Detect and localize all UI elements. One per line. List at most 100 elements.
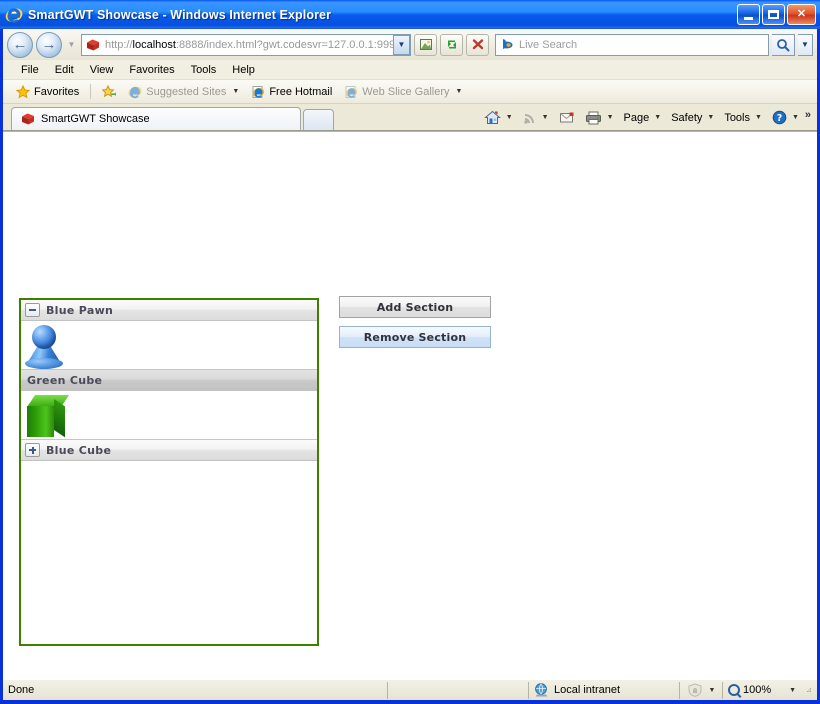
new-tab-button[interactable] xyxy=(303,109,334,130)
forward-arrow-icon: → xyxy=(41,36,57,53)
svg-text:?: ? xyxy=(777,113,783,124)
ie-page-icon xyxy=(128,86,142,98)
page-menu-label: Page xyxy=(623,111,650,124)
maximize-button[interactable] xyxy=(762,4,785,25)
menu-tools[interactable]: Tools xyxy=(183,62,225,78)
menu-edit[interactable]: Edit xyxy=(47,62,82,78)
zoom-control[interactable]: 100% ▼ xyxy=(723,680,801,700)
safety-menu-button[interactable]: Safety ▼ xyxy=(667,110,718,126)
menu-file[interactable]: File xyxy=(13,62,47,78)
tab-bar: SmartGWT Showcase ▼ ▼ ▼ Page ▼ Safety ▼ … xyxy=(3,104,817,131)
section-header-blue-cube[interactable]: Blue Cube xyxy=(21,440,317,461)
pawn-base xyxy=(25,358,63,369)
tools-menu-button[interactable]: Tools ▼ xyxy=(720,110,766,126)
zoom-level-label: 100% xyxy=(743,684,772,696)
smartgwt-icon xyxy=(20,112,36,126)
back-arrow-icon: ← xyxy=(12,36,28,53)
zoom-icon xyxy=(728,684,740,696)
print-button[interactable]: ▼ xyxy=(581,109,618,127)
search-box[interactable]: Live Search xyxy=(495,33,769,56)
section-title: Green Cube xyxy=(27,373,103,387)
browser-window: SmartGWT Showcase - Windows Internet Exp… xyxy=(0,0,820,704)
title-bar: SmartGWT Showcase - Windows Internet Exp… xyxy=(0,0,820,29)
internet-explorer-icon xyxy=(5,6,23,24)
section-title: Blue Pawn xyxy=(46,303,114,317)
cube-side-face xyxy=(54,399,65,438)
add-to-favorites-bar-button[interactable] xyxy=(97,83,121,101)
section-title: Blue Cube xyxy=(46,443,112,457)
section-header-blue-pawn[interactable]: Blue Pawn xyxy=(21,300,317,321)
status-bar: Done Local intranet ▼ 100% ▼ xyxy=(3,679,817,700)
ie-page-icon xyxy=(345,85,358,98)
add-star-icon xyxy=(102,84,117,97)
favorites-item-web-slice-gallery[interactable]: Web Slice Gallery ▼ xyxy=(339,83,467,101)
help-menu-button[interactable]: ? ▼ xyxy=(768,108,803,127)
favorites-button[interactable]: Favorites xyxy=(11,83,84,101)
chevron-down-icon: ▼ xyxy=(232,88,240,95)
help-icon: ? xyxy=(772,110,787,125)
favorites-item-label: Web Slice Gallery xyxy=(362,85,450,98)
section-body-green-cube xyxy=(21,391,317,440)
refresh-icon xyxy=(447,40,456,49)
back-button[interactable]: ← xyxy=(7,31,33,58)
compatibility-view-button[interactable] xyxy=(414,33,437,56)
menu-help[interactable]: Help xyxy=(224,62,263,78)
search-button[interactable] xyxy=(772,33,795,56)
security-zone-label: Local intranet xyxy=(554,684,621,696)
address-bar[interactable]: http://localhost:8888/index.html?gwt.cod… xyxy=(81,33,411,56)
favorites-item-suggested-sites[interactable]: Suggested Sites ▼ xyxy=(123,83,244,101)
add-section-button[interactable]: Add Section xyxy=(339,296,491,318)
favorites-item-free-hotmail[interactable]: Free Hotmail xyxy=(246,83,337,101)
cube-front-face xyxy=(27,406,54,437)
command-bar-overflow-button[interactable]: » xyxy=(805,109,811,127)
read-mail-icon xyxy=(559,112,574,123)
resize-grip[interactable] xyxy=(801,680,817,700)
minimize-icon xyxy=(744,16,753,20)
feeds-button[interactable]: ▼ xyxy=(519,109,553,127)
shield-icon xyxy=(688,683,702,697)
forward-button[interactable]: → xyxy=(36,31,62,58)
globe-icon xyxy=(534,683,549,697)
search-provider-dropdown[interactable]: ▼ xyxy=(798,33,813,56)
remove-section-button[interactable]: Remove Section xyxy=(339,326,491,348)
tools-menu-label: Tools xyxy=(724,111,750,124)
recent-pages-button[interactable]: ▼ xyxy=(65,32,78,58)
collapse-toggle-icon[interactable] xyxy=(25,303,40,317)
tab-smartgwt-showcase[interactable]: SmartGWT Showcase xyxy=(11,107,301,130)
pawn-head xyxy=(32,325,56,349)
security-zone[interactable]: Local intranet xyxy=(529,680,679,700)
stop-button[interactable] xyxy=(466,33,489,56)
search-icon xyxy=(777,38,790,51)
chevron-down-icon: ▼ xyxy=(67,40,76,49)
page-menu-button[interactable]: Page ▼ xyxy=(620,110,666,126)
status-text: Done xyxy=(8,684,35,696)
section-header-green-cube[interactable]: Green Cube xyxy=(21,370,317,391)
refresh-button[interactable] xyxy=(440,33,463,56)
chevron-down-icon: ▼ xyxy=(654,114,662,121)
expand-toggle-icon[interactable] xyxy=(25,443,40,457)
status-progress-area xyxy=(388,680,528,700)
favorites-item-label: Suggested Sites xyxy=(146,85,227,98)
chevron-down-icon: ▼ xyxy=(505,114,513,121)
chevron-down-icon: ▼ xyxy=(801,40,809,49)
section-body-blue-pawn xyxy=(21,321,317,370)
chevron-down-icon: ▼ xyxy=(791,114,799,121)
chevron-down-icon[interactable]: ▼ xyxy=(709,687,716,694)
read-mail-button[interactable] xyxy=(555,109,579,126)
protected-mode-indicator[interactable]: ▼ xyxy=(680,680,722,700)
window-controls: ✕ xyxy=(737,4,816,25)
menu-favorites[interactable]: Favorites xyxy=(121,62,182,78)
safety-menu-label: Safety xyxy=(671,111,703,124)
chevron-down-icon[interactable]: ▼ xyxy=(789,687,796,694)
home-button[interactable]: ▼ xyxy=(480,108,517,127)
blue-pawn-icon xyxy=(25,325,65,369)
menu-view[interactable]: View xyxy=(82,62,122,78)
address-dropdown-button[interactable]: ▼ xyxy=(393,34,410,55)
search-input[interactable]: Live Search xyxy=(519,39,577,51)
ie-page-icon xyxy=(252,85,265,98)
close-button[interactable]: ✕ xyxy=(787,4,816,25)
favorites-bar: Favorites Suggested Sites ▼ Free Hotmail… xyxy=(3,80,817,104)
browser-chrome: ← → ▼ http://localhost:8888/index.html?g… xyxy=(3,29,817,679)
minimize-button[interactable] xyxy=(737,4,760,25)
favorites-item-label: Free Hotmail xyxy=(269,85,333,98)
